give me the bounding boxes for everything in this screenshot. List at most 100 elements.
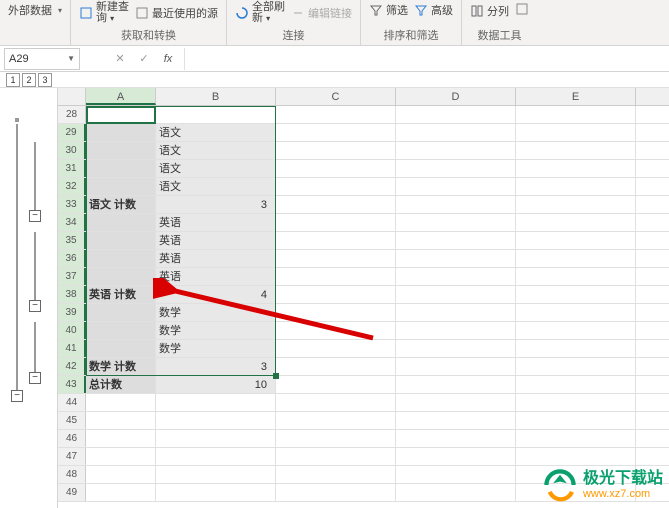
cell[interactable]: 数学 计数 [86,358,156,375]
cell[interactable] [276,322,396,339]
cell[interactable] [516,286,636,303]
cell[interactable] [516,106,636,123]
cell[interactable] [86,250,156,267]
row-header[interactable]: 36 [58,250,86,267]
formula-bar[interactable] [184,48,669,70]
row-header[interactable]: 39 [58,304,86,321]
cell[interactable] [276,160,396,177]
cell[interactable] [86,394,156,411]
cell[interactable] [276,412,396,429]
cell[interactable] [86,430,156,447]
cell[interactable] [516,214,636,231]
cell[interactable] [396,466,516,483]
row-header[interactable]: 49 [58,484,86,501]
cell[interactable] [396,340,516,357]
cell[interactable]: 语文 [156,160,276,177]
outline-level-2[interactable]: 2 [22,73,36,87]
cell[interactable]: 语文 [156,124,276,141]
cell[interactable] [516,232,636,249]
cell[interactable] [86,412,156,429]
cell[interactable] [86,268,156,285]
cell[interactable] [516,304,636,321]
cell[interactable] [86,124,156,141]
row-header[interactable]: 34 [58,214,86,231]
cell[interactable] [396,304,516,321]
recent-sources-button[interactable]: 最近使用的源 [135,5,218,21]
cell[interactable] [276,376,396,393]
cell[interactable] [276,484,396,501]
select-all-corner[interactable] [58,88,86,105]
cell[interactable] [516,448,636,465]
cell[interactable] [396,412,516,429]
cell[interactable] [156,412,276,429]
outline-level-1[interactable]: 1 [6,73,20,87]
cell[interactable] [276,124,396,141]
cell[interactable] [276,250,396,267]
text-to-columns-button[interactable]: 分列 [470,3,509,19]
cell[interactable]: 英语 [156,268,276,285]
cell[interactable] [396,160,516,177]
cell[interactable] [396,268,516,285]
cell[interactable] [516,250,636,267]
cell[interactable]: 英语 [156,232,276,249]
cell[interactable] [396,250,516,267]
col-header-d[interactable]: D [396,88,516,105]
enter-icon[interactable]: ✓ [134,49,154,69]
cell[interactable] [516,376,636,393]
cancel-icon[interactable]: ✕ [110,49,130,69]
filter-button[interactable]: 筛选 [369,2,408,18]
cell[interactable]: 3 [156,196,276,213]
cell[interactable] [516,196,636,213]
cell[interactable] [396,376,516,393]
row-header[interactable]: 46 [58,430,86,447]
outline-collapse-3[interactable]: − [29,372,41,384]
cell[interactable] [156,430,276,447]
cell[interactable]: 语文 计数 [86,196,156,213]
cell[interactable]: 英语 [156,214,276,231]
cell[interactable]: 4 [156,286,276,303]
outline-collapse-1[interactable]: − [29,210,41,222]
cell[interactable]: 10 [156,376,276,393]
col-header-a[interactable]: A [86,88,156,105]
cell[interactable] [516,268,636,285]
cell[interactable] [516,160,636,177]
cell[interactable] [276,448,396,465]
cell[interactable] [396,106,516,123]
row-header[interactable]: 38 [58,286,86,303]
cell[interactable] [156,466,276,483]
name-box[interactable]: A29 ▼ [4,48,80,70]
cell[interactable] [516,142,636,159]
cell[interactable] [86,322,156,339]
row-header[interactable]: 37 [58,268,86,285]
cell[interactable] [396,232,516,249]
cell[interactable]: 数学 [156,340,276,357]
row-header[interactable]: 40 [58,322,86,339]
cell[interactable] [276,268,396,285]
cell[interactable] [156,448,276,465]
cell[interactable] [276,286,396,303]
cell[interactable] [86,160,156,177]
cell[interactable] [86,304,156,321]
row-header[interactable]: 33 [58,196,86,213]
cell[interactable] [276,196,396,213]
row-header[interactable]: 29 [58,124,86,141]
row-header[interactable]: 48 [58,466,86,483]
outline-level-3[interactable]: 3 [38,73,52,87]
cell[interactable] [276,430,396,447]
cell[interactable]: 英语 计数 [86,286,156,303]
cell[interactable] [516,124,636,141]
cell[interactable]: 语文 [156,178,276,195]
cell[interactable] [276,232,396,249]
cell[interactable] [86,448,156,465]
cell[interactable] [516,358,636,375]
cell[interactable] [396,178,516,195]
row-header[interactable]: 45 [58,412,86,429]
cell[interactable] [86,232,156,249]
cell[interactable]: 英语 [156,250,276,267]
cell[interactable] [396,322,516,339]
row-header[interactable]: 32 [58,178,86,195]
external-data-label[interactable]: 外部数据 [8,2,52,18]
cell[interactable] [86,466,156,483]
cell[interactable] [396,214,516,231]
cell[interactable]: 数学 [156,304,276,321]
